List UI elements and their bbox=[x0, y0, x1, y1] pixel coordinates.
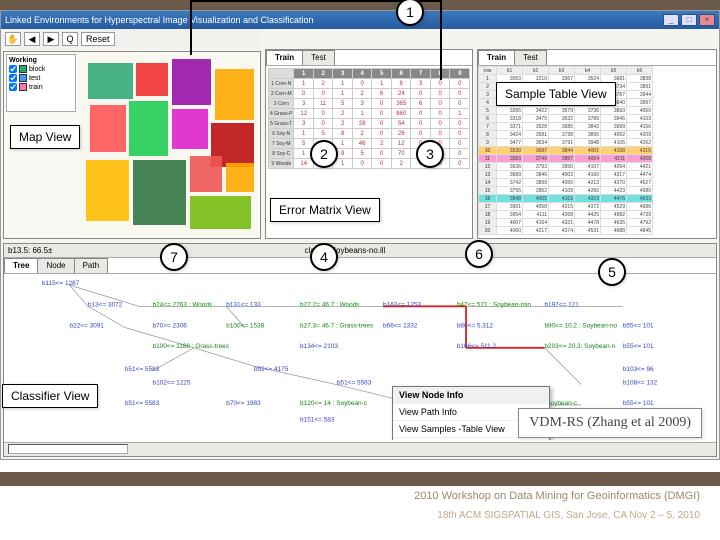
query-button[interactable]: Q bbox=[62, 32, 78, 46]
tab-tree[interactable]: Tree bbox=[4, 258, 38, 273]
legend-check[interactable] bbox=[9, 65, 17, 73]
nav-right-button[interactable]: ▶ bbox=[43, 32, 59, 46]
legend-label: block bbox=[29, 66, 45, 73]
map-canvas[interactable] bbox=[79, 54, 258, 236]
svg-text:b27.2= 46.7 : Woods: b27.2= 46.7 : Woods bbox=[300, 301, 359, 308]
window-title: Linked Environments for Hyperspectral Im… bbox=[5, 15, 314, 25]
svg-text:b100<= 1188 : Grass-trees: b100<= 1188 : Grass-trees bbox=[153, 343, 229, 350]
svg-text:b100<= 1538: b100<= 1538 bbox=[226, 322, 264, 329]
svg-text:b70<= 1983: b70<= 1983 bbox=[226, 400, 261, 407]
footer-conference: 18th ACM SIGSPATIAL GIS, San Jose, CA No… bbox=[0, 510, 700, 521]
svg-text:b80<= 5,312: b80<= 5,312 bbox=[457, 322, 494, 329]
legend-check[interactable] bbox=[9, 74, 17, 82]
tab-test[interactable]: Test bbox=[302, 50, 335, 65]
svg-text:b51<= 5583: b51<= 5583 bbox=[125, 366, 160, 373]
svg-text:b66<= 1332: b66<= 1332 bbox=[383, 322, 418, 329]
context-menu-title: View Node Info bbox=[393, 387, 549, 404]
legend-item[interactable]: train bbox=[9, 83, 73, 91]
svg-text:b102<= 1225: b102<= 1225 bbox=[153, 380, 191, 387]
tree-statusbar bbox=[4, 442, 716, 456]
svg-text:b197<= 121: b197<= 121 bbox=[544, 301, 579, 308]
svg-text:b166<= 511.2: b166<= 511.2 bbox=[457, 343, 497, 350]
svg-text:b120<= 14 : Soybean-c: b120<= 14 : Soybean-c bbox=[300, 400, 368, 407]
reset-button[interactable]: Reset bbox=[81, 32, 115, 46]
legend-title: Working bbox=[9, 57, 73, 64]
legend-item[interactable]: block bbox=[9, 65, 73, 73]
svg-text:b90<= 10.2 : Soybean-no: b90<= 10.2 : Soybean-no bbox=[544, 322, 617, 329]
sample-tabs: Train Test bbox=[478, 50, 716, 66]
svg-text:b55<= 101: b55<= 101 bbox=[623, 343, 654, 350]
svg-text:b24<= 2763 : Woods: b24<= 2763 : Woods bbox=[153, 301, 213, 308]
svg-text:b134<= 2103: b134<= 2103 bbox=[300, 343, 338, 350]
svg-text:b70>= 2306: b70>= 2306 bbox=[153, 322, 188, 329]
close-button[interactable]: × bbox=[699, 14, 715, 26]
svg-text:b108<= 132: b108<= 132 bbox=[623, 380, 658, 387]
legend-label: test bbox=[29, 75, 40, 82]
svg-text:b13<= 3072: b13<= 3072 bbox=[88, 301, 123, 308]
svg-text:b131<= 133: b131<= 133 bbox=[226, 301, 261, 308]
circle-4: 4 bbox=[310, 243, 338, 271]
circle-2: 2 bbox=[310, 140, 338, 168]
legend-label: train bbox=[29, 84, 43, 91]
circle-7: 7 bbox=[160, 243, 188, 271]
tab-test[interactable]: Test bbox=[514, 50, 547, 65]
svg-text:b27.3= 46.7 : Grass-trees: b27.3= 46.7 : Grass-trees bbox=[300, 322, 373, 329]
svg-text:b203<= 20.3: Soybean-n: b203<= 20.3: Soybean-n bbox=[544, 343, 615, 350]
legend-swatch bbox=[19, 74, 27, 82]
anno-matrix-view: Error Matrix View bbox=[270, 198, 380, 222]
svg-text:b55<= 101: b55<= 101 bbox=[623, 322, 654, 329]
app-window: Linked Environments for Hyperspectral Im… bbox=[0, 10, 720, 460]
anno-classifier-view: Classifier View bbox=[2, 384, 98, 408]
legend-check[interactable] bbox=[9, 83, 17, 91]
circle-3: 3 bbox=[416, 140, 444, 168]
context-menu-item[interactable]: View Training Samples - Map View bbox=[393, 438, 549, 440]
tree-header-left: b13.5: 66.5± bbox=[8, 246, 52, 255]
window-buttons: _ □ × bbox=[663, 14, 715, 26]
tab-train[interactable]: Train bbox=[266, 50, 303, 65]
svg-text:b151<= 583: b151<= 583 bbox=[300, 417, 335, 424]
maximize-button[interactable]: □ bbox=[681, 14, 697, 26]
tree-header: b13.5: 66.5± class→Soybeans-no.ill bbox=[4, 244, 716, 258]
svg-text:b92<= 4175: b92<= 4175 bbox=[254, 366, 289, 373]
anno-sample-view: Sample Table View bbox=[496, 82, 616, 106]
svg-text:b51<= 5583: b51<= 5583 bbox=[337, 380, 372, 387]
circle-6: 6 bbox=[465, 240, 493, 268]
legend: Working block test train bbox=[6, 54, 76, 112]
footer-workshop: 2010 Workshop on Data Mining for Geoinfo… bbox=[0, 490, 700, 502]
svg-text:b103<= 96: b103<= 96 bbox=[623, 366, 654, 373]
citation: VDM-RS (Zhang et al 2009) bbox=[518, 408, 702, 438]
svg-text:b51<= 5583: b51<= 5583 bbox=[125, 400, 160, 407]
svg-text:b47<= 571 : Soybean-min: b47<= 571 : Soybean-min bbox=[457, 301, 532, 308]
circle-5: 5 bbox=[598, 258, 626, 286]
sample-table-panel: Train Test rowb1b2b3b4b5b613053321033673… bbox=[477, 49, 717, 239]
svg-text:b162<= 1253: b162<= 1253 bbox=[383, 301, 421, 308]
legend-swatch bbox=[19, 83, 27, 91]
window-titlebar: Linked Environments for Hyperspectral Im… bbox=[1, 11, 719, 29]
nav-left-button[interactable]: ◀ bbox=[24, 32, 40, 46]
footer-bar bbox=[0, 472, 720, 486]
legend-swatch bbox=[19, 65, 27, 73]
svg-text:b22<= 3091: b22<= 3091 bbox=[70, 322, 105, 329]
tab-train[interactable]: Train bbox=[478, 50, 515, 65]
toolbar: ✋ ◀ ▶ Q Reset bbox=[1, 29, 261, 49]
hand-tool-button[interactable]: ✋ bbox=[5, 32, 21, 46]
legend-item[interactable]: test bbox=[9, 74, 73, 82]
svg-text:b115<= 1287: b115<= 1287 bbox=[42, 280, 80, 287]
tree-status-input[interactable] bbox=[8, 444, 128, 454]
tab-path[interactable]: Path bbox=[74, 258, 108, 273]
minimize-button[interactable]: _ bbox=[663, 14, 679, 26]
tab-node[interactable]: Node bbox=[37, 258, 74, 273]
svg-text:b55<= 101: b55<= 101 bbox=[623, 400, 654, 407]
anno-map-view: Map View bbox=[10, 125, 80, 149]
